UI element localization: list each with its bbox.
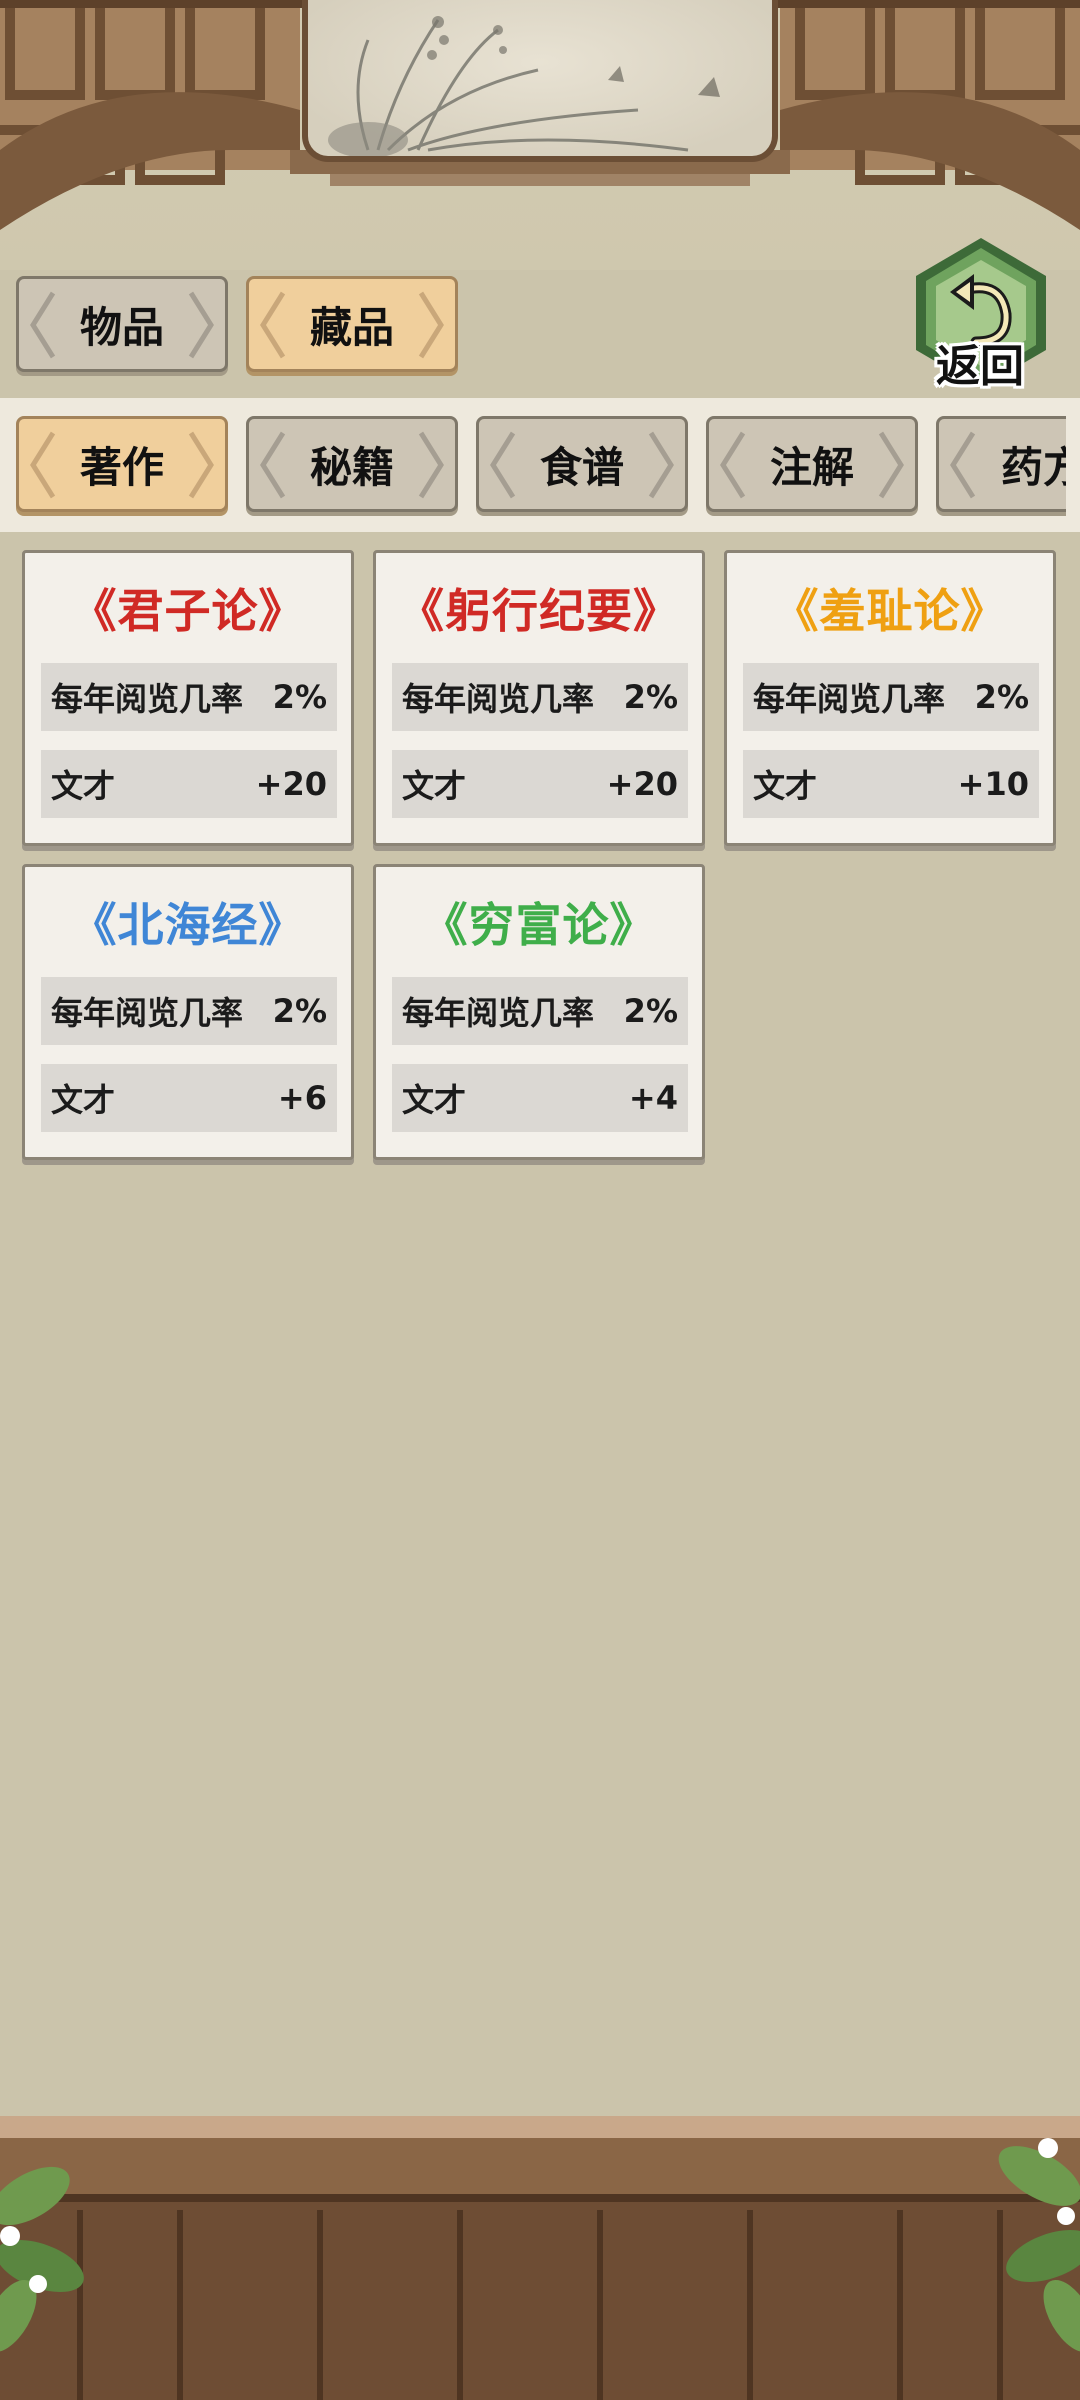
book-title: 《君子论》 xyxy=(70,584,306,638)
read-chance-row: 每年阅览几率 2% xyxy=(743,663,1039,731)
stat-value: +10 xyxy=(957,765,1029,803)
stat-label: 文才 xyxy=(51,1081,116,1119)
tab-collection[interactable]: 藏品 xyxy=(246,276,458,372)
chevron-left-icon xyxy=(260,291,286,359)
category-tab-strip[interactable]: 著作 秘籍 食谱 注解 药方 xyxy=(0,398,1080,532)
read-chance-row: 每年阅览几率 2% xyxy=(392,663,688,731)
read-chance-row: 每年阅览几率 2% xyxy=(392,977,688,1045)
book-card[interactable]: 《君子论》 每年阅览几率 2% 文才 +20 xyxy=(22,550,354,846)
back-label: 返回 xyxy=(936,341,1024,392)
chevron-right-icon xyxy=(648,431,674,499)
tab-recipes[interactable]: 食谱 xyxy=(476,416,688,512)
chevron-right-icon xyxy=(418,431,444,499)
stat-row: 文才 +6 xyxy=(41,1064,337,1132)
read-chance-value: 2% xyxy=(272,992,327,1030)
stat-row: 文才 +4 xyxy=(392,1064,688,1132)
tab-secret-manuals-label: 秘籍 xyxy=(309,442,394,492)
stat-value: +20 xyxy=(255,765,327,803)
tab-items-label: 物品 xyxy=(79,302,164,352)
orchid-ink-art xyxy=(328,16,720,156)
chevron-left-icon xyxy=(490,431,516,499)
stat-value: +4 xyxy=(628,1079,678,1117)
read-chance-label: 每年阅览几率 xyxy=(51,680,244,718)
tab-writings-label: 著作 xyxy=(79,442,164,492)
wooden-table-footer xyxy=(0,2116,1080,2400)
tab-items[interactable]: 物品 xyxy=(16,276,228,372)
book-title: 《北海经》 xyxy=(70,898,306,952)
tab-annotations[interactable]: 注解 xyxy=(706,416,918,512)
book-title: 《穷富论》 xyxy=(421,898,657,952)
strip-edge xyxy=(1066,398,1080,532)
tab-recipes-label: 食谱 xyxy=(539,442,624,492)
chevron-left-icon xyxy=(720,431,746,499)
book-title: 《羞耻论》 xyxy=(772,584,1008,638)
chevron-left-icon xyxy=(950,431,976,499)
book-card[interactable]: 《北海经》 每年阅览几率 2% 文才 +6 xyxy=(22,864,354,1160)
tab-secret-manuals[interactable]: 秘籍 xyxy=(246,416,458,512)
stat-label: 文才 xyxy=(753,767,818,805)
chevron-left-icon xyxy=(30,291,56,359)
stat-value: +20 xyxy=(606,765,678,803)
read-chance-value: 2% xyxy=(623,992,678,1030)
stat-label: 文才 xyxy=(51,767,116,805)
chevron-left-icon xyxy=(260,431,286,499)
book-card[interactable]: 《躬行纪要》 每年阅览几率 2% 文才 +20 xyxy=(373,550,705,846)
tab-collection-label: 藏品 xyxy=(309,302,394,352)
read-chance-value: 2% xyxy=(974,678,1029,716)
book-card[interactable]: 《羞耻论》 每年阅览几率 2% 文才 +10 xyxy=(724,550,1056,846)
read-chance-label: 每年阅览几率 xyxy=(402,994,595,1032)
chevron-right-icon xyxy=(418,291,444,359)
stat-label: 文才 xyxy=(402,1081,467,1119)
chevron-left-icon xyxy=(30,431,56,499)
stat-value: +6 xyxy=(277,1079,327,1117)
read-chance-label: 每年阅览几率 xyxy=(402,680,595,718)
tab-writings[interactable]: 著作 xyxy=(16,416,228,512)
chevron-right-icon xyxy=(188,431,214,499)
book-title: 《躬行纪要》 xyxy=(398,584,680,638)
read-chance-row: 每年阅览几率 2% xyxy=(41,977,337,1045)
read-chance-row: 每年阅览几率 2% xyxy=(41,663,337,731)
chevron-right-icon xyxy=(878,431,904,499)
stat-row: 文才 +10 xyxy=(743,750,1039,818)
orchid-painting xyxy=(302,0,778,162)
chevron-right-icon xyxy=(188,291,214,359)
stat-row: 文才 +20 xyxy=(41,750,337,818)
stat-label: 文才 xyxy=(402,767,467,805)
read-chance-value: 2% xyxy=(272,678,327,716)
stat-row: 文才 +20 xyxy=(392,750,688,818)
header-decoration xyxy=(0,0,1080,270)
read-chance-label: 每年阅览几率 xyxy=(51,994,244,1032)
tab-prescriptions[interactable]: 药方 xyxy=(936,416,1080,512)
tab-annotations-label: 注解 xyxy=(769,442,854,492)
read-chance-label: 每年阅览几率 xyxy=(753,680,946,718)
read-chance-value: 2% xyxy=(623,678,678,716)
book-card[interactable]: 《穷富论》 每年阅览几率 2% 文才 +4 xyxy=(373,864,705,1160)
